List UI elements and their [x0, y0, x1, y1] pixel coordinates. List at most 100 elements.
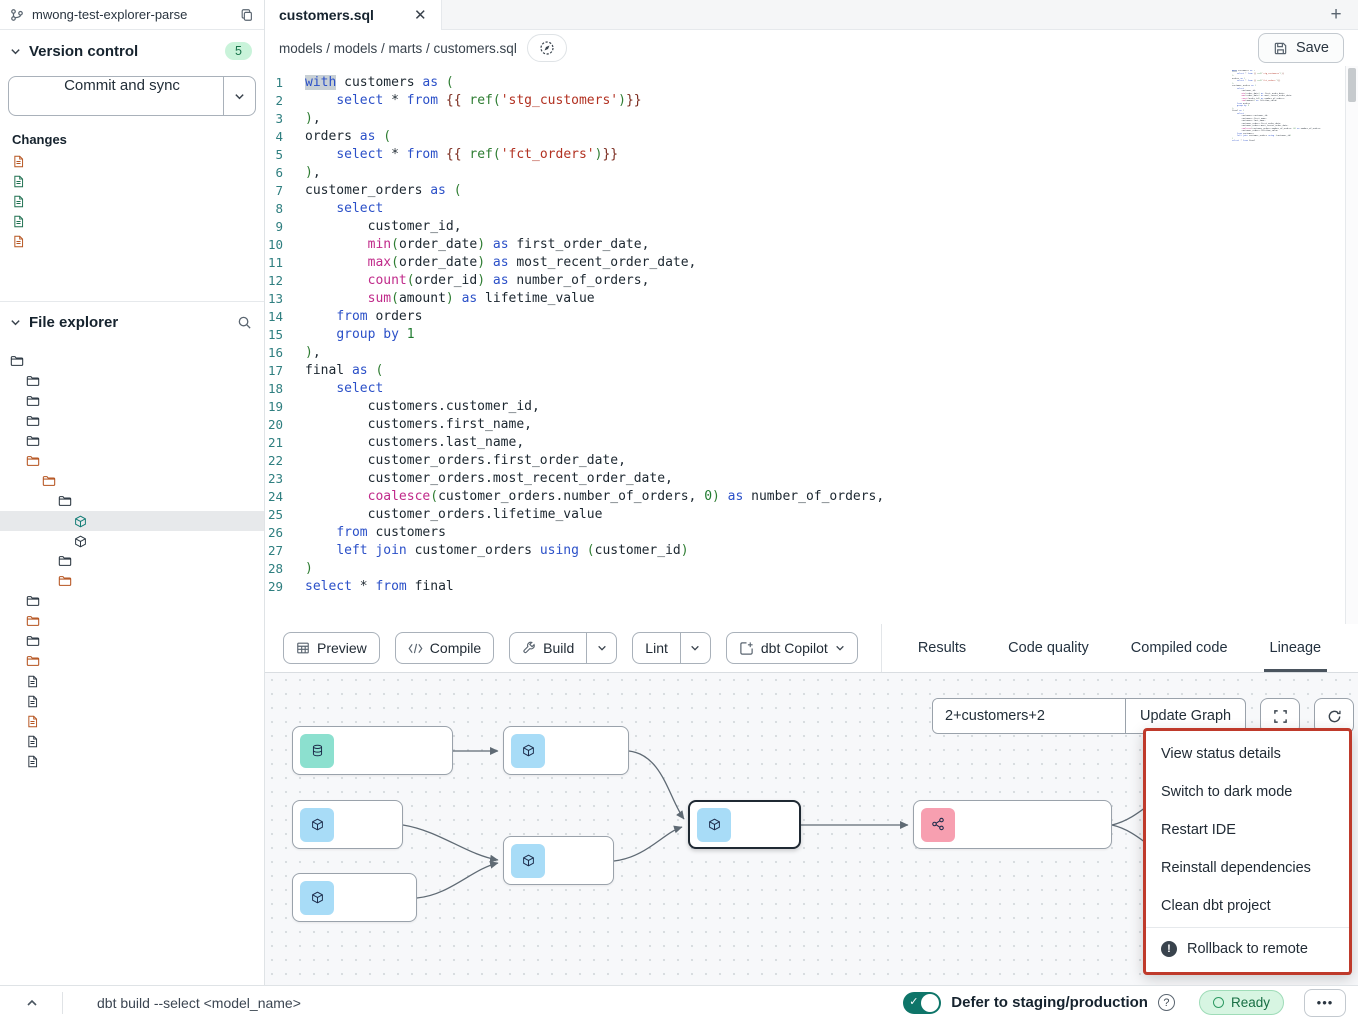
- lineage-selector-input[interactable]: [933, 699, 1125, 733]
- change-row[interactable]: [0, 151, 264, 171]
- tab-compiled-code[interactable]: Compiled code: [1131, 624, 1228, 672]
- search-icon[interactable]: [237, 315, 252, 330]
- editor-scrollbar[interactable]: [1345, 66, 1358, 624]
- tree-item-packages-yml[interactable]: [0, 751, 264, 771]
- change-row[interactable]: [0, 191, 264, 211]
- defer-toggle[interactable]: ✓: [903, 992, 941, 1014]
- tree-item-readme-md[interactable]: [0, 691, 264, 711]
- tree-item-marts[interactable]: [0, 491, 264, 511]
- collapse-panel-button[interactable]: [12, 997, 52, 1009]
- tab-customers-sql[interactable]: customers.sql ✕: [265, 0, 442, 30]
- menu-item-restart-ide[interactable]: Restart IDE: [1146, 811, 1349, 849]
- lint-button[interactable]: Lint: [632, 632, 711, 664]
- lineage-panel[interactable]: Update Graph View status detailsSwitch t…: [265, 673, 1358, 985]
- status-badge[interactable]: Ready: [1199, 990, 1284, 1015]
- tree-item--github[interactable]: [0, 371, 264, 391]
- tab-results[interactable]: Results: [918, 624, 966, 672]
- code-line[interactable]: 27 left join customer_orders using (cust…: [265, 542, 1344, 560]
- code-line[interactable]: 12 count(order_id) as number_of_orders,: [265, 272, 1344, 290]
- tree-item-customers-sql[interactable]: [0, 511, 264, 531]
- code-line[interactable]: 13 sum(amount) as lifetime_value: [265, 290, 1344, 308]
- compile-button[interactable]: Compile: [395, 632, 494, 664]
- new-tab-button[interactable]: +: [1314, 0, 1358, 29]
- build-options-chevron[interactable]: [586, 633, 616, 663]
- code-line[interactable]: 5 select * from {{ ref('fct_orders')}}: [265, 146, 1344, 164]
- tab-lineage[interactable]: Lineage: [1270, 624, 1322, 672]
- code-line[interactable]: 7customer_orders as (: [265, 182, 1344, 200]
- change-row[interactable]: [0, 231, 264, 251]
- code-line[interactable]: 15 group by 1: [265, 326, 1344, 344]
- tree-item--gitignore[interactable]: [0, 671, 264, 691]
- code-line[interactable]: 28): [265, 560, 1344, 578]
- tree-item-models[interactable]: [0, 451, 264, 471]
- tree-item-tests[interactable]: [0, 651, 264, 671]
- code-editor[interactable]: 1with customers as (2 select * from {{ r…: [265, 66, 1358, 624]
- lineage-node-customers[interactable]: [688, 800, 801, 849]
- lineage-node-stg-payments[interactable]: [292, 873, 417, 922]
- scrollbar-thumb[interactable]: [1348, 68, 1356, 102]
- tree-item-fct-orders-sql[interactable]: [0, 531, 264, 551]
- command-input[interactable]: [73, 995, 893, 1011]
- menu-item-view-status-details[interactable]: View status details: [1146, 735, 1349, 773]
- code-line[interactable]: 1with customers as (: [265, 74, 1344, 92]
- code-line[interactable]: 23 customer_orders.most_recent_order_dat…: [265, 470, 1344, 488]
- tree-item-dbt-packages[interactable]: [0, 411, 264, 431]
- build-button[interactable]: Build: [509, 632, 617, 664]
- tree-item-seeds[interactable]: [0, 591, 264, 611]
- tree-item-models[interactable]: [0, 471, 264, 491]
- tree-item-analyses[interactable]: [0, 391, 264, 411]
- tree-item-dbt-project-yml[interactable]: [0, 711, 264, 731]
- save-button[interactable]: Save: [1258, 33, 1344, 63]
- lineage-node-fct-orders[interactable]: [503, 836, 614, 885]
- tree-item-package-lock-yml[interactable]: [0, 731, 264, 751]
- code-line[interactable]: 2 select * from {{ ref('stg_customers')}…: [265, 92, 1344, 110]
- code-line[interactable]: 11 max(order_date) as most_recent_order_…: [265, 254, 1344, 272]
- lint-options-chevron[interactable]: [680, 633, 710, 663]
- code-line[interactable]: 14 from orders: [265, 308, 1344, 326]
- preview-button[interactable]: Preview: [283, 632, 380, 664]
- code-line[interactable]: 24 coalesce(customer_orders.number_of_or…: [265, 488, 1344, 506]
- code-line[interactable]: 19 customers.customer_id,: [265, 398, 1344, 416]
- code-line[interactable]: 16),: [265, 344, 1344, 362]
- branch-row[interactable]: mwong-test-explorer-parse: [0, 0, 264, 30]
- chevron-down-icon[interactable]: [10, 46, 21, 57]
- chevron-down-icon[interactable]: [10, 317, 21, 328]
- menu-item-switch-to-dark-mode[interactable]: Switch to dark mode: [1146, 773, 1349, 811]
- close-tab-icon[interactable]: ✕: [414, 6, 427, 24]
- menu-item-reinstall-dependencies[interactable]: Reinstall dependencies: [1146, 849, 1349, 887]
- commit-options-chevron[interactable]: [223, 77, 255, 115]
- tree-item-db-sl-qs-demo[interactable]: [0, 351, 264, 371]
- code-line[interactable]: 9 customer_id,: [265, 218, 1344, 236]
- menu-item-rollback-to-remote[interactable]: !Rollback to remote: [1146, 930, 1349, 968]
- lineage-node-jaffle-shop-customers[interactable]: [292, 726, 453, 775]
- code-line[interactable]: 17final as (: [265, 362, 1344, 380]
- menu-item-clean-dbt-project[interactable]: Clean dbt project: [1146, 887, 1349, 925]
- help-icon[interactable]: ?: [1158, 994, 1175, 1011]
- lineage-node-stg-orders[interactable]: [292, 800, 403, 849]
- code-line[interactable]: 3),: [265, 110, 1344, 128]
- code-line[interactable]: 18 select: [265, 380, 1344, 398]
- copy-icon[interactable]: [240, 8, 254, 22]
- code-area[interactable]: 1with customers as (2 select * from {{ r…: [265, 74, 1344, 596]
- copilot-compass-button[interactable]: [527, 34, 567, 62]
- dbt-copilot-button[interactable]: dbt Copilot: [726, 632, 858, 664]
- more-options-button[interactable]: •••: [1304, 989, 1346, 1017]
- code-line[interactable]: 20 customers.first_name,: [265, 416, 1344, 434]
- code-line[interactable]: 21 customers.last_name,: [265, 434, 1344, 452]
- commit-and-sync-button[interactable]: Commit and sync: [8, 76, 256, 116]
- change-row[interactable]: [0, 211, 264, 231]
- code-line[interactable]: 6),: [265, 164, 1344, 182]
- lineage-node-stg-customers[interactable]: [503, 726, 629, 775]
- code-line[interactable]: 8 select: [265, 200, 1344, 218]
- tree-item-target[interactable]: [0, 631, 264, 651]
- code-line[interactable]: 22 customer_orders.first_order_date,: [265, 452, 1344, 470]
- tree-item-macros[interactable]: [0, 431, 264, 451]
- lineage-node-dim-customers-test-for-parse[interactable]: [913, 800, 1112, 849]
- code-line[interactable]: 25 customer_orders.lifetime_value: [265, 506, 1344, 524]
- code-line[interactable]: 10 min(order_date) as first_order_date,: [265, 236, 1344, 254]
- tree-item-metrics[interactable]: [0, 551, 264, 571]
- change-row[interactable]: [0, 171, 264, 191]
- code-line[interactable]: 26 from customers: [265, 524, 1344, 542]
- code-line[interactable]: 4orders as (: [265, 128, 1344, 146]
- code-line[interactable]: 29select * from final: [265, 578, 1344, 596]
